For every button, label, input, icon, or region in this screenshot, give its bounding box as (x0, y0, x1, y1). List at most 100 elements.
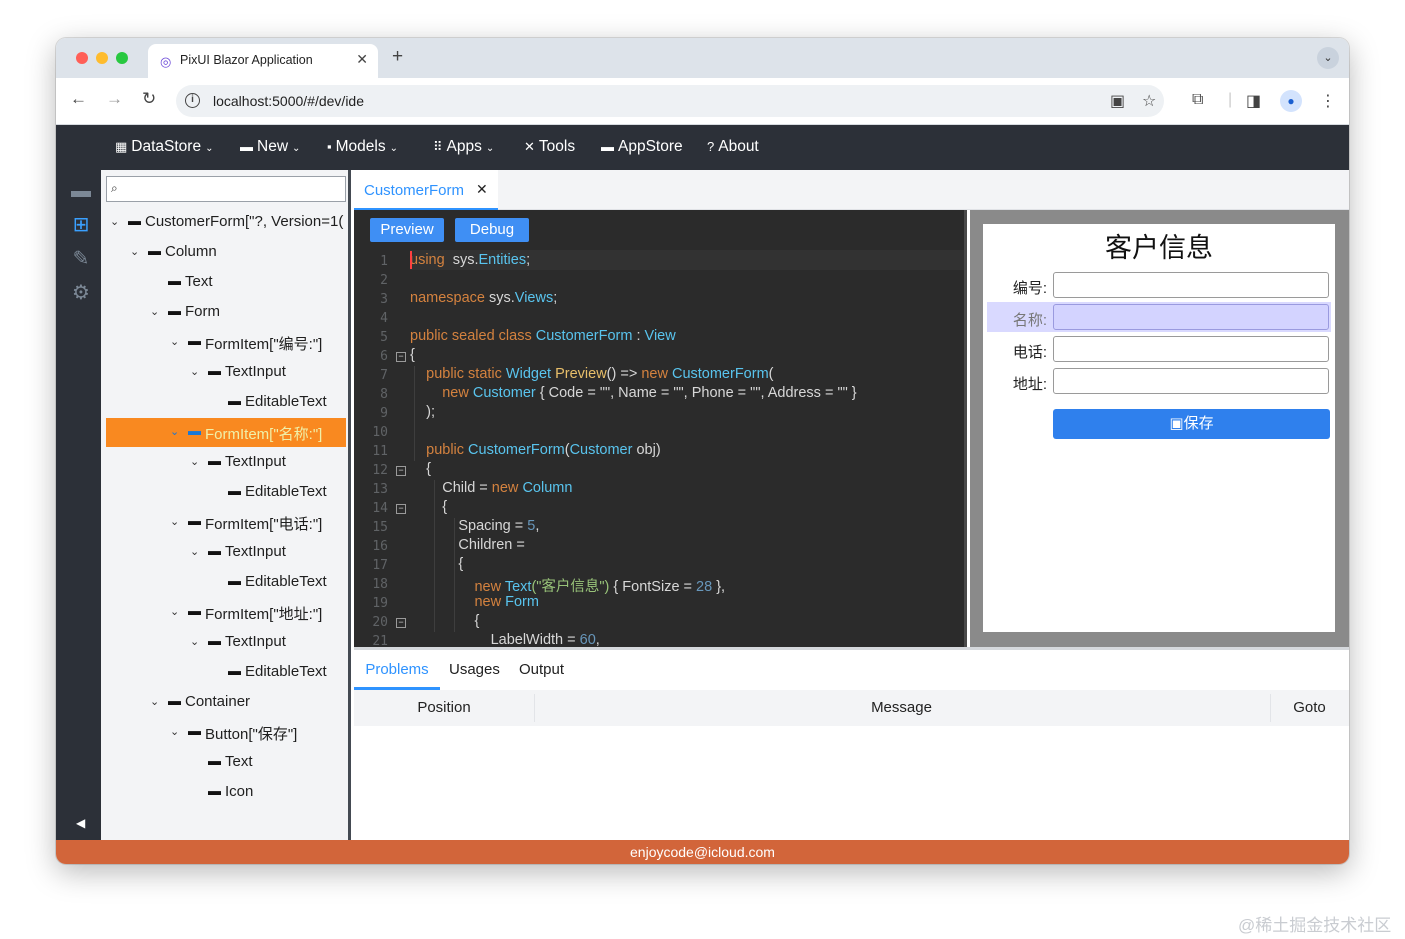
gear-icon[interactable]: ⚙ (69, 280, 93, 304)
tree-item[interactable]: ▬ Icon (106, 778, 346, 807)
debug-button[interactable]: Debug (455, 218, 529, 242)
widget-tree-panel: ⌕ ⌄ ▬ CustomerForm["?, Version=1(⌄ ▬ Column ▬… (101, 170, 351, 840)
wrench-icon[interactable]: ✎ (69, 246, 93, 270)
tree-item[interactable]: ⌄ ▬ TextInput (106, 448, 346, 477)
close-icon[interactable]: ✕ (476, 181, 488, 198)
fold-toggle-icon[interactable]: − (396, 352, 406, 362)
widget-tree-icon[interactable]: ⊞ (69, 212, 93, 236)
tree-item[interactable]: ▬ Text (106, 268, 346, 297)
zoom-window-button[interactable] (116, 52, 128, 64)
tree-item[interactable]: ▬ EditableText (106, 478, 346, 507)
close-tab-icon[interactable]: ✕ (356, 51, 368, 68)
chevron-down-icon[interactable]: ⌄ (170, 515, 179, 528)
url-text[interactable]: localhost:5000/#/dev/ide (213, 93, 364, 109)
tab-output[interactable]: Output (519, 650, 564, 690)
tree-item[interactable]: ⌄ ▬ FormItem["编号:"] (106, 328, 346, 357)
kebab-menu-icon[interactable]: ⋮ (1320, 91, 1336, 111)
menu-tools[interactable]: ✕ Tools (524, 138, 575, 156)
tree-item[interactable]: ⌄ ▬ FormItem["名称:"] (106, 418, 346, 447)
chevron-down-icon[interactable]: ⌄ (190, 455, 199, 468)
minimize-window-button[interactable] (96, 52, 108, 64)
tree-item[interactable]: ⌄ ▬ Column (106, 238, 346, 267)
code-editor[interactable]: Preview Debug 1 2 3 4 5 6 7 8 9 10 11 12 13 14 15 16 17 1… (354, 210, 967, 647)
profile-avatar-icon[interactable]: ● (1280, 90, 1302, 112)
tree-search-input[interactable]: ⌕ (106, 176, 346, 202)
menu-appstore[interactable]: ▬ AppStore (601, 138, 683, 156)
code-token: CustomerForm (468, 442, 565, 458)
tab-problems[interactable]: Problems (354, 650, 440, 690)
side-panel-icon[interactable]: ◨ (1246, 91, 1261, 111)
chevron-down-icon[interactable]: ⌄ (190, 635, 199, 648)
site-info-icon[interactable]: i (185, 93, 200, 108)
code-input[interactable] (1053, 272, 1329, 298)
chevron-down-icon[interactable]: ⌄ (170, 725, 179, 738)
tree-item[interactable]: ▬ EditableText (106, 658, 346, 687)
browser-tab[interactable]: ◎ PixUI Blazor Application ✕ (148, 44, 378, 78)
tree-item[interactable]: ▬ EditableText (106, 388, 346, 417)
chevron-down-icon[interactable]: ⌄ (170, 335, 179, 348)
tab-customerform[interactable]: CustomerForm ✕ (354, 170, 498, 210)
fold-toggle-icon[interactable]: − (396, 466, 406, 476)
preview-button[interactable]: Preview (370, 218, 444, 242)
name-input[interactable] (1053, 304, 1329, 330)
column-goto[interactable]: Goto (1270, 690, 1349, 726)
address-input[interactable] (1053, 368, 1329, 394)
extensions-puzzle-icon[interactable]: ⧉ (1192, 91, 1203, 109)
tree-item[interactable]: ⌄ ▬ Form (106, 298, 346, 327)
tree-item[interactable]: ⌄ ▬ Container (106, 688, 346, 717)
code-token: CustomerForm (535, 328, 633, 344)
tree-item[interactable]: ⌄ ▬ Button["保存"] (106, 718, 346, 747)
chevron-down-icon[interactable]: ⌄ (170, 425, 179, 438)
tree-item[interactable]: ⌄ ▬ FormItem["电话:"] (106, 508, 346, 537)
fold-toggle-icon[interactable]: − (396, 504, 406, 514)
tab-strip: ◎ PixUI Blazor Application ✕ + ⌄ (56, 38, 1349, 78)
tree-item[interactable]: ⌄ ▬ TextInput (106, 628, 346, 657)
menu-models[interactable]: ▪ Models ⌄ (327, 138, 398, 156)
chevron-down-icon[interactable]: ⌄ (130, 245, 139, 258)
close-window-button[interactable] (76, 52, 88, 64)
menu-apps[interactable]: ⠿ Apps ⌄ (433, 138, 494, 156)
chevron-down-icon[interactable]: ⌄ (170, 605, 179, 618)
folder-icon[interactable]: ▬ (69, 180, 93, 202)
menu-datastore[interactable]: ▦ DataStore ⌄ (115, 138, 213, 156)
tree-item[interactable]: ▬ Text (106, 748, 346, 777)
collapse-left-icon[interactable]: ◀ (76, 816, 85, 830)
chevron-down-icon[interactable]: ⌄ (150, 695, 159, 708)
chevron-down-icon[interactable]: ⌄ (150, 305, 159, 318)
fold-toggle-icon[interactable]: − (396, 618, 406, 628)
back-arrow-icon[interactable]: ← (70, 89, 87, 109)
reload-icon[interactable]: ↻ (142, 89, 156, 109)
tree-item[interactable]: ▬ EditableText (106, 568, 346, 597)
clipboard-icon[interactable]: ▣ (1110, 91, 1125, 111)
bookmark-star-icon[interactable]: ☆ (1142, 91, 1156, 111)
chevron-down-icon[interactable]: ⌄ (190, 365, 199, 378)
line-number: 13 (372, 482, 388, 497)
save-button[interactable]: ▣保存 (1053, 409, 1330, 439)
chevron-down-icon[interactable]: ⌄ (190, 545, 199, 558)
tree-item[interactable]: ⌄ ▬ TextInput (106, 538, 346, 567)
code-token: sys. (484, 290, 515, 306)
tab-usages[interactable]: Usages (449, 650, 500, 690)
folder-icon: ▬ (208, 753, 221, 768)
address-bar[interactable]: i localhost:5000/#/dev/ide ▣ ☆ (176, 85, 1164, 117)
phone-input[interactable] (1053, 336, 1329, 362)
menu-new[interactable]: ▬ New ⌄ (240, 138, 300, 156)
code-line: new Text("客户信息") { FontSize = 28 }, (410, 575, 725, 596)
menu-about[interactable]: ? About (707, 138, 759, 156)
tree-item[interactable]: ⌄ ▬ TextInput (106, 358, 346, 387)
tree-item[interactable]: ⌄ ▬ CustomerForm["?, Version=1( (106, 208, 346, 237)
chevron-down-icon[interactable]: ⌄ (110, 215, 119, 228)
chevron-down-icon: ⌄ (389, 143, 398, 154)
tree-item[interactable]: ⌄ ▬ FormItem["地址:"] (106, 598, 346, 627)
chevron-down-icon: ⌄ (205, 143, 214, 154)
models-icon: ▪ (327, 139, 332, 154)
folder-icon: ▬ (228, 393, 241, 408)
new-tab-button[interactable]: + (392, 46, 403, 68)
column-message[interactable]: Message (534, 690, 1269, 726)
forward-arrow-icon[interactable]: → (106, 89, 123, 109)
tab-search-icon[interactable]: ⌄ (1317, 47, 1339, 69)
form-item-code: 编号: (987, 270, 1331, 300)
app-menu-bar: ▦ DataStore ⌄ ▬ New ⌄ ▪ Models ⌄ ⠿ Apps ⌄ ✕ Tools… (56, 125, 1349, 170)
column-position[interactable]: Position (354, 690, 534, 726)
